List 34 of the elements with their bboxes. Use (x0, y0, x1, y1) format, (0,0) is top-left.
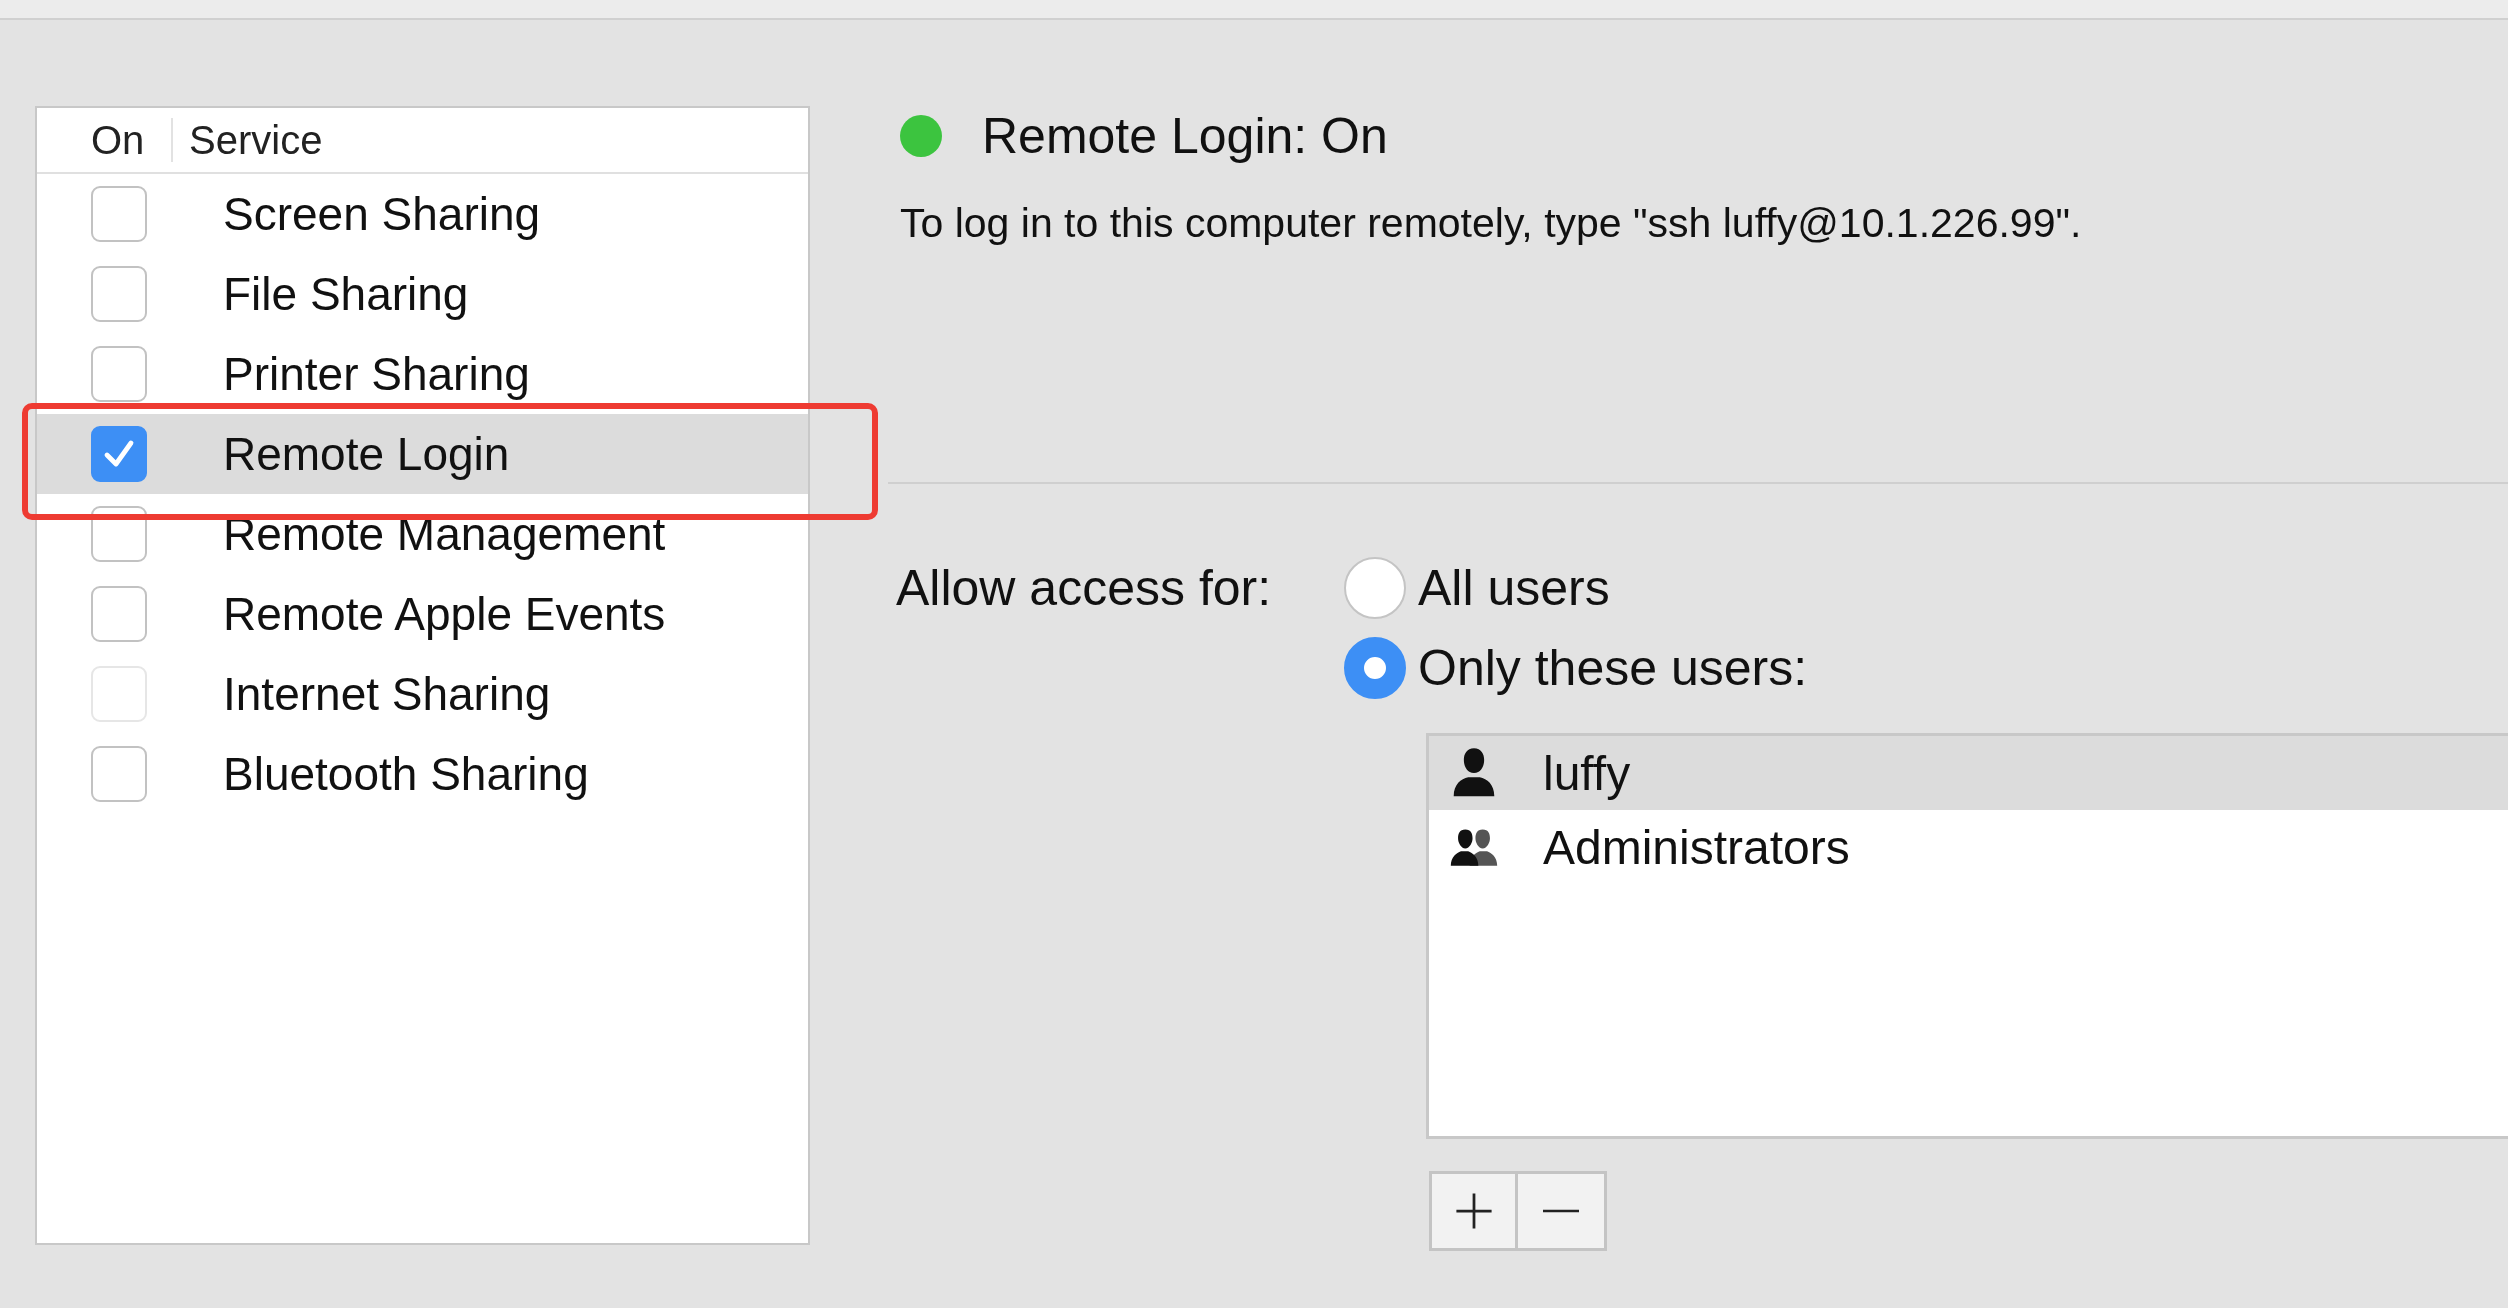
service-row[interactable]: Printer Sharing (37, 334, 808, 414)
service-name: Bluetooth Sharing (223, 747, 589, 801)
service-name: Remote Apple Events (223, 587, 666, 641)
user-name: luffy (1543, 745, 1631, 801)
user-name: Administrators (1543, 819, 1850, 875)
checkbox[interactable] (91, 746, 147, 802)
service-row[interactable]: Remote Management (37, 494, 808, 574)
checkbox[interactable] (91, 266, 147, 322)
service-name: File Sharing (223, 267, 469, 321)
service-row[interactable]: Remote Apple Events (37, 574, 808, 654)
service-name: Internet Sharing (223, 667, 551, 721)
checkbox[interactable] (91, 346, 147, 402)
user-row[interactable]: luffy (1429, 736, 2508, 810)
service-row[interactable]: Screen Sharing (37, 174, 808, 254)
column-header: Service (188, 117, 323, 163)
checkbox[interactable] (91, 426, 147, 482)
radio-label[interactable]: Only these users: (1418, 639, 1808, 697)
service-row[interactable]: File Sharing (37, 254, 808, 334)
checkbox[interactable] (91, 186, 147, 242)
column-header: On (37, 118, 173, 162)
service-name: Remote Management (223, 507, 666, 561)
service-row[interactable]: Bluetooth Sharing (37, 734, 808, 814)
service-name: Printer Sharing (223, 347, 530, 401)
remove-button[interactable] (1518, 1171, 1607, 1251)
checkbox[interactable] (91, 586, 147, 642)
service-row[interactable]: Remote Login (37, 414, 808, 494)
status-title: Remote Login: On (982, 107, 1388, 165)
service-name: Screen Sharing (223, 187, 541, 241)
access-label: Allow access for: (896, 559, 1273, 618)
radio-label[interactable]: All users (1418, 559, 1610, 617)
service-name: Remote Login (223, 427, 510, 481)
add-button[interactable] (1429, 1171, 1518, 1251)
description-text: To log in to this computer remotely, type "ssh luffy@10.1.226.99". (900, 200, 2083, 247)
user-row[interactable]: Administrators (1429, 810, 2508, 884)
